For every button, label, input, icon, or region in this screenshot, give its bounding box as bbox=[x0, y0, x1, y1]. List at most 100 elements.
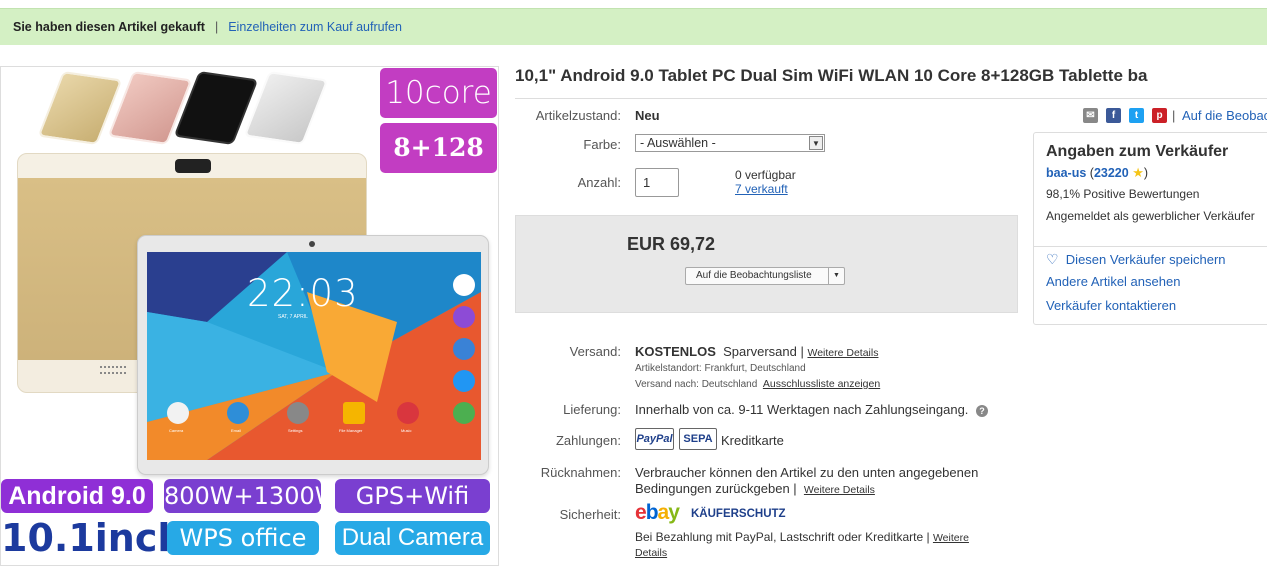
add-to-watchlist-button[interactable]: Auf die Beobachtungsliste ▼ bbox=[685, 267, 845, 285]
shipping-details-link[interactable]: Weitere Details bbox=[807, 347, 878, 359]
pinterest-share-icon[interactable]: p bbox=[1152, 108, 1167, 123]
delivery-value: Innerhalb von ca. 9-11 Werktagen nach Za… bbox=[635, 402, 989, 417]
rear-camera-icon bbox=[175, 159, 211, 173]
dock-label: File Manager bbox=[339, 428, 363, 433]
purchased-banner: Sie haben diesen Artikel gekauft | Einze… bbox=[0, 8, 1267, 45]
ebay-logo: ebay bbox=[635, 501, 680, 524]
color-select-value: - Auswählen - bbox=[640, 136, 716, 150]
save-seller-link[interactable]: ♡ Diesen Verkäufer speichern bbox=[1046, 251, 1226, 268]
share-separator: | bbox=[1172, 108, 1176, 123]
screen-dock: Camera Email Settings File Manager Music bbox=[147, 394, 481, 460]
chevron-down-icon: ▼ bbox=[809, 136, 823, 150]
divider bbox=[515, 98, 1267, 99]
available-count: 0 verfügbar bbox=[735, 168, 796, 182]
purchased-text: Sie haben diesen Artikel gekauft bbox=[13, 20, 205, 34]
dock-label: Email bbox=[231, 428, 242, 433]
top-spacer bbox=[0, 0, 1267, 8]
tablet-front-view: 22:03 SAT, 7 APRIL Camera Email Settings… bbox=[137, 235, 489, 475]
seller-heading: Angaben zum Verkäufer bbox=[1046, 143, 1229, 160]
file-manager-icon bbox=[343, 402, 365, 424]
chevron-down-icon[interactable]: ▼ bbox=[828, 268, 844, 284]
divider bbox=[1034, 246, 1267, 247]
item-location: Artikelstandort: Frankfurt, Deutschland bbox=[635, 363, 806, 374]
purchase-details-link[interactable]: Einzelheiten zum Kauf aufrufen bbox=[228, 20, 402, 34]
product-image[interactable]: 10core 8+128 22:03 SAT, 7 APRIL Camera E… bbox=[0, 66, 499, 566]
paypal-logo: PayPal bbox=[635, 428, 674, 450]
maps-icon bbox=[453, 274, 475, 296]
front-camera-icon bbox=[309, 241, 315, 247]
dock-label: Music bbox=[401, 428, 412, 433]
security-label: Sicherheit: bbox=[559, 507, 621, 522]
wps-office-badge: WPS office bbox=[167, 521, 319, 555]
tablet-screen: 22:03 SAT, 7 APRIL Camera Email Settings… bbox=[147, 252, 481, 460]
gps-wifi-badge: GPS+Wifi bbox=[335, 479, 490, 513]
star-icon: ★ bbox=[1132, 165, 1144, 180]
save-seller-label: Diesen Verkäufer speichern bbox=[1065, 252, 1226, 267]
dock-label: Settings bbox=[288, 428, 303, 433]
phone-icon bbox=[453, 370, 475, 392]
security-line: Bei Bezahlung mit PayPal, Lastschrift od… bbox=[635, 530, 969, 544]
help-icon[interactable]: ? bbox=[976, 405, 989, 417]
banner-separator: | bbox=[214, 20, 219, 34]
camera-resolution-badge: 800W+1300W bbox=[164, 479, 338, 513]
returns-details-link[interactable]: Weitere Details bbox=[804, 484, 875, 496]
delivery-label: Lieferung: bbox=[563, 402, 621, 417]
shipping-method: Sparversand | bbox=[723, 344, 804, 359]
core-badge: 10core bbox=[380, 68, 497, 118]
condition-label: Artikelzustand: bbox=[535, 108, 621, 123]
credit-card-text: Kreditkarte bbox=[721, 433, 784, 448]
twitter-share-icon[interactable]: t bbox=[1129, 108, 1144, 123]
email-share-icon[interactable]: ✉ bbox=[1083, 108, 1098, 123]
returns-label: Rücknahmen: bbox=[540, 465, 621, 480]
dock-label: Camera bbox=[169, 428, 184, 433]
color-label: Farbe: bbox=[583, 137, 621, 152]
camera-app-icon bbox=[167, 402, 189, 424]
seller-panel: Angaben zum Verkäufer baa-us (23220 ★) 9… bbox=[1033, 132, 1267, 325]
returns-line-2: Bedingungen zurückgeben | Weitere Detail… bbox=[635, 481, 875, 496]
seller-name-link[interactable]: baa-us bbox=[1046, 166, 1086, 180]
watchlist-link[interactable]: Auf die Beobac bbox=[1182, 108, 1267, 123]
shipping-label: Versand: bbox=[569, 344, 621, 359]
feedback-count-link[interactable]: 23220 bbox=[1094, 166, 1129, 180]
screen-clock: 22:03 bbox=[247, 272, 359, 315]
returns-text: Bedingungen zurückgeben | bbox=[635, 481, 797, 496]
music-app-icon bbox=[397, 402, 419, 424]
buyer-protection-label: KÄUFERSCHUTZ bbox=[691, 508, 786, 520]
feedback-close: ) bbox=[1143, 166, 1149, 180]
memory-badge: 8+128 bbox=[380, 123, 497, 173]
price: EUR 69,72 bbox=[627, 234, 716, 254]
dual-camera-badge: Dual Camera bbox=[335, 521, 490, 555]
screen-date: SAT, 7 APRIL bbox=[278, 314, 308, 320]
security-details-link-2[interactable]: Details bbox=[635, 547, 667, 559]
registered-business: Angemeldet als gewerblicher Verkäufer bbox=[1046, 209, 1255, 223]
contact-seller-link[interactable]: Verkäufer kontaktieren bbox=[1046, 298, 1176, 313]
heart-icon: ♡ bbox=[1046, 251, 1059, 267]
positive-feedback: 98,1% Positive Bewertungen bbox=[1046, 187, 1200, 201]
facebook-share-icon[interactable]: f bbox=[1106, 108, 1121, 123]
contacts-icon bbox=[453, 338, 475, 360]
quantity-label: Anzahl: bbox=[577, 175, 621, 190]
speaker-grille bbox=[100, 366, 126, 374]
other-items-link[interactable]: Andere Artikel ansehen bbox=[1046, 274, 1180, 289]
email-app-icon bbox=[227, 402, 249, 424]
payments-label: Zahlungen: bbox=[555, 433, 621, 448]
ships-to: Versand nach: Deutschland Ausschlusslist… bbox=[635, 378, 880, 390]
gallery-icon bbox=[453, 306, 475, 328]
sold-count-link[interactable]: 7 verkauft bbox=[735, 182, 788, 196]
ships-to-text: Versand nach: Deutschland bbox=[635, 379, 758, 390]
color-select[interactable]: - Auswählen - ▼ bbox=[635, 134, 825, 152]
shipping-value: KOSTENLOS Sparversand | Weitere Details bbox=[635, 344, 878, 359]
condition-value: Neu bbox=[635, 108, 660, 123]
delivery-text: Innerhalb von ca. 9-11 Werktagen nach Za… bbox=[635, 402, 969, 417]
android-badge: Android 9.0 bbox=[1, 479, 153, 513]
settings-app-icon bbox=[287, 402, 309, 424]
product-title: 10,1" Android 9.0 Tablet PC Dual Sim WiF… bbox=[515, 66, 1148, 85]
exclusion-list-link[interactable]: Ausschlussliste anzeigen bbox=[763, 378, 880, 390]
security-details-link[interactable]: Weitere bbox=[933, 532, 969, 544]
screen-size-badge: 10.1inch bbox=[1, 516, 185, 560]
feedback-open: ( bbox=[1086, 166, 1094, 180]
price-box: EUR 69,72 Auf die Beobachtungsliste ▼ bbox=[515, 215, 1018, 313]
quantity-input[interactable]: 1 bbox=[635, 168, 679, 197]
watchlist-button-label: Auf die Beobachtungsliste bbox=[696, 270, 812, 281]
seller-name-row: baa-us (23220 ★) bbox=[1046, 165, 1148, 181]
